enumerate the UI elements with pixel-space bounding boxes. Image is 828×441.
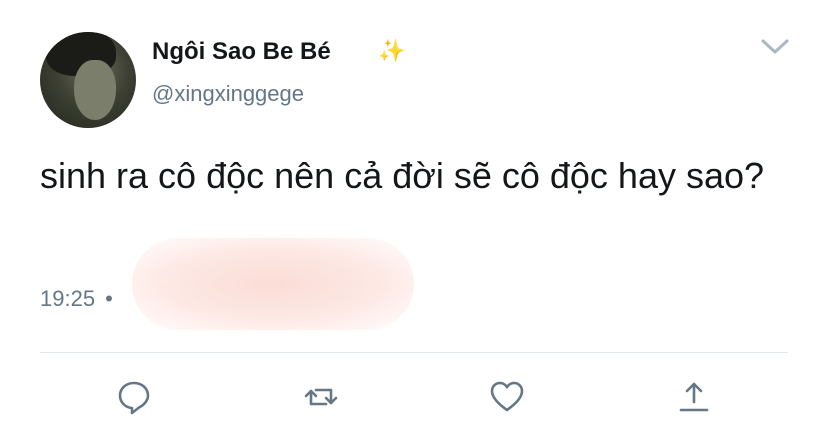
meta-separator: • xyxy=(105,286,113,311)
retweet-icon xyxy=(304,388,338,406)
tweet-meta: 19:25 • xyxy=(40,286,113,312)
display-name[interactable]: Ngôi Sao Be Bé xyxy=(152,38,331,66)
user-handle[interactable]: @xingxinggege xyxy=(152,81,304,107)
divider xyxy=(40,352,788,353)
heart-icon xyxy=(490,381,524,412)
redacted-blur xyxy=(132,238,414,330)
avatar-face xyxy=(74,60,116,120)
share-icon xyxy=(679,382,709,412)
chevron-down-icon[interactable] xyxy=(758,34,792,58)
tweet-time[interactable]: 19:25 xyxy=(40,286,95,311)
retweet-button[interactable] xyxy=(302,378,340,416)
like-button[interactable] xyxy=(488,378,526,416)
share-button[interactable] xyxy=(675,378,713,416)
reply-icon xyxy=(118,381,150,415)
avatar[interactable] xyxy=(40,32,136,128)
tweet-text: sinh ra cô độc nên cả đời sẽ cô độc hay … xyxy=(40,155,765,196)
sparkle-emoji: ✨ xyxy=(378,38,406,63)
reply-button[interactable] xyxy=(115,378,153,416)
